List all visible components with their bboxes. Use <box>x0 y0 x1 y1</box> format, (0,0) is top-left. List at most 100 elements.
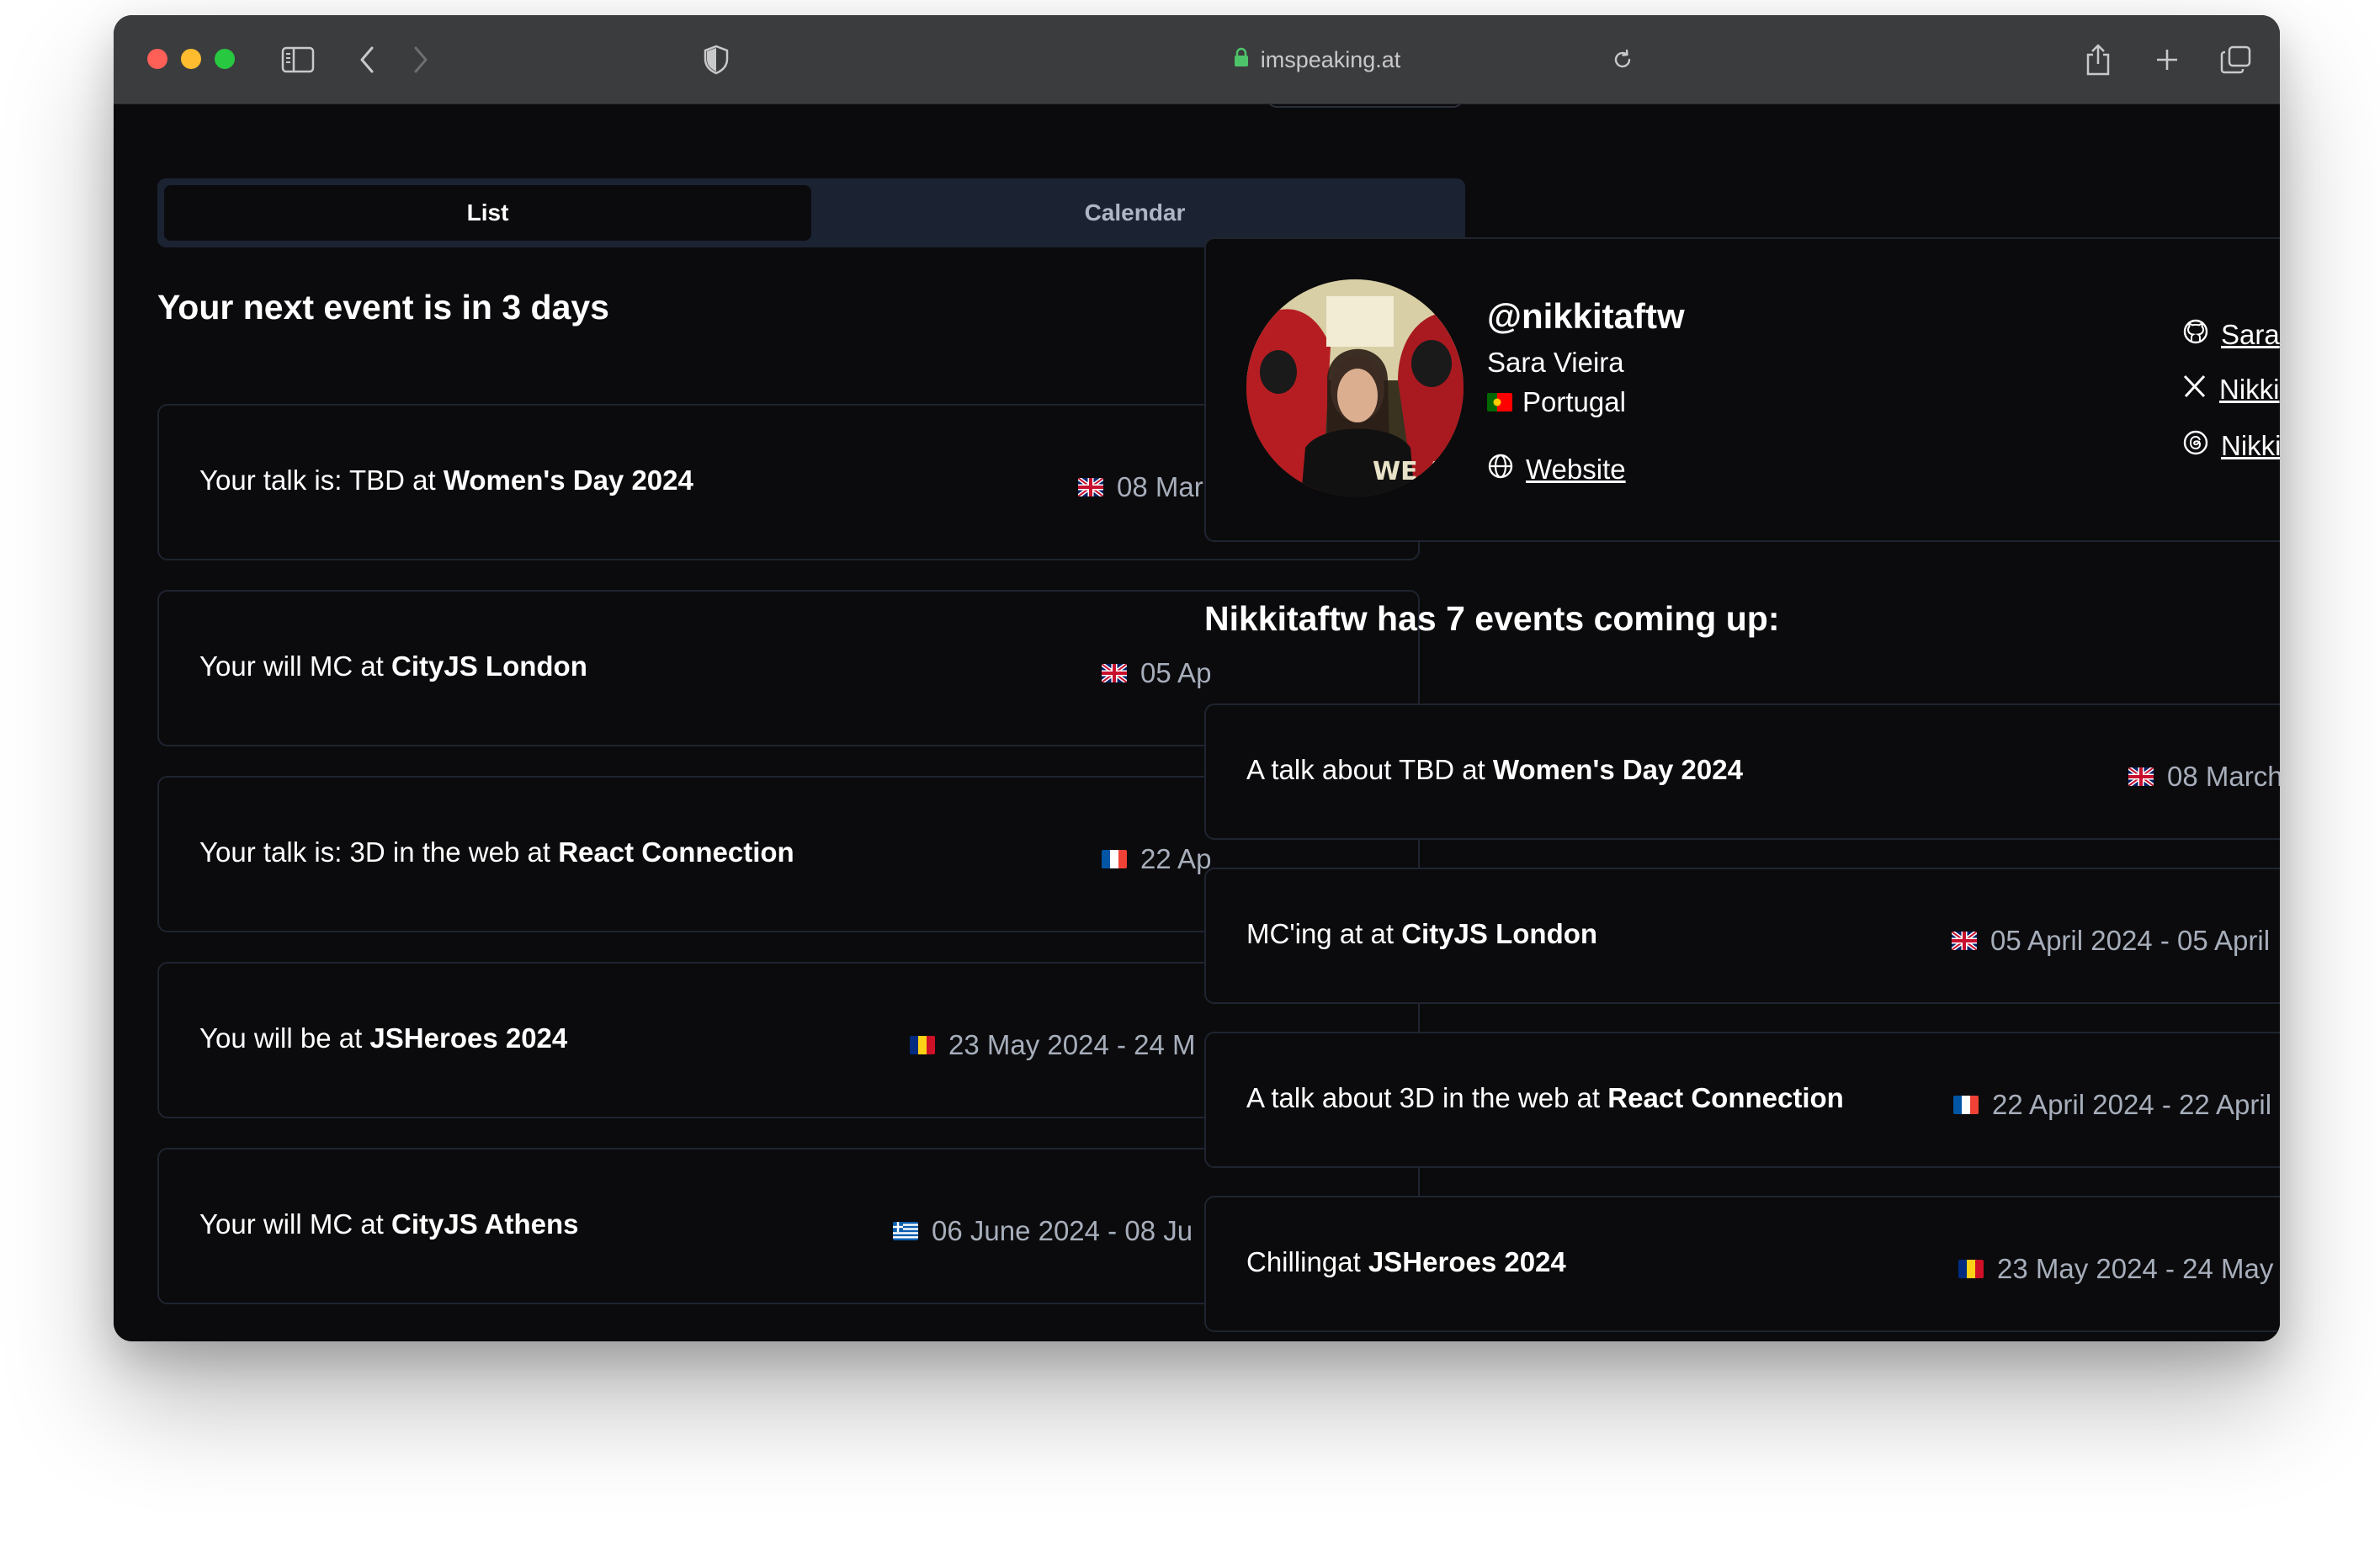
event-title: Your talk is: TBD at Women's Day 2024 <box>199 465 693 496</box>
browser-window: imspeaking.at List Calendar Your next ev… <box>114 15 2280 1341</box>
event-name: CityJS London <box>1401 918 1598 949</box>
uk-flag-icon <box>1102 664 1127 682</box>
lock-icon <box>1234 47 1249 73</box>
uk-flag-icon <box>1952 932 1977 950</box>
profile-card: WE AR @nikkitaftw Sara Vieira Portugal W… <box>1204 237 2280 542</box>
x-label: Nikki <box>2219 374 2280 405</box>
close-window-button[interactable] <box>147 49 167 69</box>
tab-calendar[interactable]: Calendar <box>811 185 1458 241</box>
tab-list[interactable]: List <box>164 185 811 241</box>
greece-flag-icon <box>893 1222 918 1240</box>
event-prefix: A talk about TBD at <box>1246 754 1493 785</box>
uk-flag-icon <box>1078 478 1103 496</box>
reload-icon[interactable] <box>1610 15 1635 104</box>
event-prefix: Your will MC at <box>199 650 392 682</box>
event-title: A talk about TBD at Women's Day 2024 <box>1246 754 1743 786</box>
profile-handle: @nikkitaftw <box>1487 296 1685 336</box>
privacy-shield-icon[interactable] <box>701 15 731 104</box>
browser-toolbar: imspeaking.at <box>114 15 2280 104</box>
forward-icon[interactable] <box>408 15 433 104</box>
france-flag-icon <box>1102 850 1127 868</box>
event-date-text: 23 May 2024 - 24 M <box>948 1029 1196 1060</box>
romania-flag-icon <box>910 1036 935 1054</box>
event-date: 23 May 2024 - 24 M <box>910 1029 1196 1061</box>
event-date: 08 March <box>2128 761 2280 793</box>
event-name: React Connection <box>1607 1082 1844 1113</box>
romania-flag-icon <box>1958 1260 1984 1278</box>
event-date-text: 08 Mar <box>1117 471 1203 502</box>
event-title: Chillingat JSHeroes 2024 <box>1246 1246 1566 1278</box>
portugal-flag-icon <box>1487 393 1512 411</box>
threads-link[interactable]: Nikki <box>2182 429 2280 463</box>
event-prefix: Your talk is: TBD at <box>199 465 444 496</box>
france-flag-icon <box>1953 1096 1979 1114</box>
country-name: Portugal <box>1522 386 1626 417</box>
next-event-heading: Your next event is in 3 days <box>157 288 609 327</box>
event-date-text: 08 March <box>2167 761 2280 792</box>
event-date: 05 April 2024 - 05 April <box>1952 925 2270 957</box>
coming-up-heading: Nikkitaftw has 7 events coming up: <box>1204 599 1780 638</box>
event-date: 05 Ap <box>1102 657 1211 689</box>
list-item[interactable]: A talk about TBD at Women's Day 2024 08 … <box>1204 703 2280 840</box>
event-prefix: MC'ing at at <box>1246 918 1402 949</box>
profile-name: Sara Vieira <box>1487 347 1624 378</box>
x-link[interactable]: Nikki <box>2182 374 2280 406</box>
github-label: Sara <box>2221 319 2280 350</box>
url-text: imspeaking.at <box>1260 46 1401 72</box>
event-title: You will be at JSHeroes 2024 <box>199 1022 567 1054</box>
website-label: Website <box>1526 454 1626 485</box>
event-title: Your talk is: 3D in the web at React Con… <box>199 836 794 868</box>
list-item[interactable]: Chillingat JSHeroes 2024 23 May 2024 - 2… <box>1204 1196 2280 1332</box>
event-title: Your will MC at CityJS London <box>199 650 587 682</box>
svg-text:WE AR: WE AR <box>1373 457 1464 486</box>
threads-label: Nikki <box>2221 430 2280 461</box>
globe-icon <box>1487 453 1514 486</box>
event-name: Women's Day 2024 <box>1492 754 1743 785</box>
tab-overview-icon[interactable] <box>2218 15 2255 104</box>
event-title: A talk about 3D in the web at React Conn… <box>1246 1082 1844 1114</box>
event-name: Women's Day 2024 <box>443 465 693 496</box>
event-date-text: 05 April 2024 - 05 April <box>1990 925 2271 956</box>
website-link[interactable]: Website <box>1487 453 1626 486</box>
event-date-text: 06 June 2024 - 08 Ju <box>932 1215 1193 1246</box>
profile-country: Portugal <box>1487 386 1626 418</box>
event-date-text: 05 Ap <box>1140 657 1212 688</box>
uk-flag-icon <box>2128 767 2154 786</box>
event-date: 08 Mar <box>1078 471 1203 503</box>
event-prefix: You will be at <box>199 1022 370 1054</box>
back-icon[interactable] <box>354 15 380 104</box>
new-tab-icon[interactable] <box>2150 15 2184 104</box>
event-name: CityJS Athens <box>391 1208 579 1240</box>
share-icon[interactable] <box>2081 15 2115 104</box>
github-icon <box>2182 318 2209 352</box>
event-date: 06 June 2024 - 08 Ju <box>893 1215 1193 1247</box>
threads-icon <box>2182 429 2209 463</box>
minimize-window-button[interactable] <box>181 49 201 69</box>
event-name: JSHeroes 2024 <box>1368 1246 1566 1277</box>
event-prefix: Your will MC at <box>199 1208 392 1240</box>
event-title: Your will MC at CityJS Athens <box>199 1208 579 1240</box>
github-link[interactable]: Sara <box>2182 318 2280 352</box>
event-name: React Connection <box>558 836 794 868</box>
event-date: 23 May 2024 - 24 May <box>1958 1253 2273 1285</box>
event-name: JSHeroes 2024 <box>369 1022 568 1054</box>
list-item[interactable]: A talk about 3D in the web at React Conn… <box>1204 1032 2280 1168</box>
event-date-text: 23 May 2024 - 24 May <box>1997 1253 2274 1284</box>
event-date: 22 Ap <box>1102 843 1211 875</box>
x-icon <box>2182 374 2207 406</box>
zoom-window-button[interactable] <box>215 49 235 69</box>
event-prefix: A talk about 3D in the web at <box>1246 1082 1608 1113</box>
avatar: WE AR <box>1246 279 1464 496</box>
event-prefix: Your talk is: 3D in the web at <box>199 836 559 868</box>
event-prefix: Chillingat <box>1246 1246 1368 1277</box>
event-title: MC'ing at at CityJS London <box>1246 918 1597 950</box>
header-pill <box>1267 104 1464 108</box>
event-name: CityJS London <box>391 650 587 682</box>
address-bar[interactable]: imspeaking.at <box>1107 15 1527 104</box>
event-date: 22 April 2024 - 22 April <box>1953 1089 2271 1121</box>
sidebar-toggle-icon[interactable] <box>279 15 317 104</box>
list-item[interactable]: MC'ing at at CityJS London 05 April 2024… <box>1204 868 2280 1004</box>
event-date-text: 22 Ap <box>1140 843 1212 874</box>
page-content: List Calendar Your next event is in 3 da… <box>114 104 2280 1341</box>
event-date-text: 22 April 2024 - 22 April <box>1992 1089 2272 1120</box>
